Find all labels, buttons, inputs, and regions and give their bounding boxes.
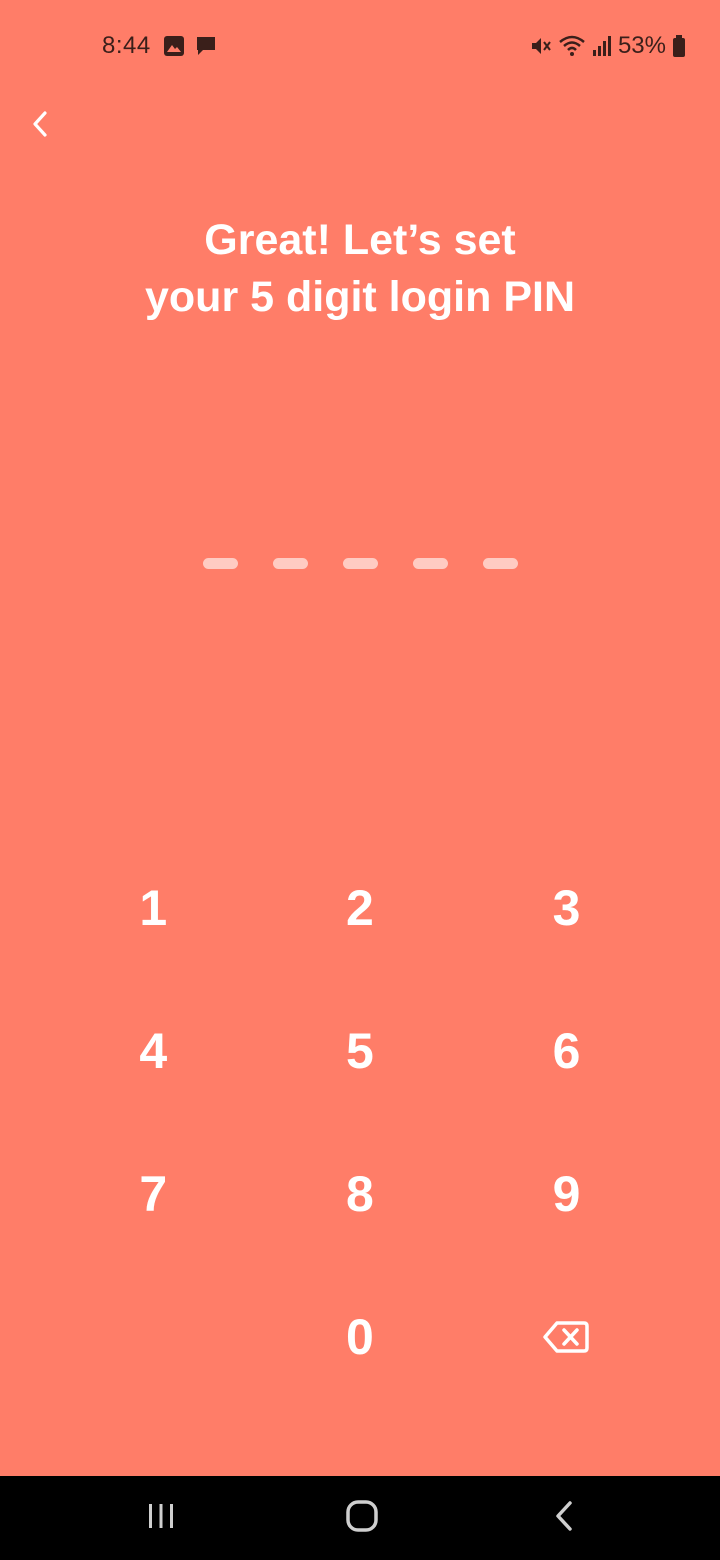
- numeric-keypad: 1 2 3 4 5 6 7 8 9 0: [50, 836, 670, 1408]
- title-line-1: Great! Let’s set: [204, 216, 516, 264]
- battery-icon: [672, 34, 686, 58]
- system-navigation-bar: [0, 1476, 720, 1560]
- battery-text: 53%: [617, 32, 666, 59]
- back-button[interactable]: [18, 104, 62, 148]
- keypad-row-3: 7 8 9: [50, 1122, 670, 1265]
- key-5[interactable]: 5: [257, 979, 464, 1122]
- keypad-row-4: 0: [50, 1265, 670, 1408]
- back-icon: [553, 1500, 575, 1537]
- wifi-icon: [558, 35, 586, 57]
- key-7[interactable]: 7: [50, 1122, 257, 1265]
- key-3[interactable]: 3: [463, 836, 670, 979]
- key-2[interactable]: 2: [257, 836, 464, 979]
- key-1[interactable]: 1: [50, 836, 257, 979]
- message-icon: [195, 35, 217, 62]
- pin-dash-3: [342, 558, 378, 569]
- pin-indicator: [0, 558, 720, 569]
- status-time: 8:44: [102, 32, 151, 59]
- key-9[interactable]: 9: [463, 1122, 670, 1265]
- pin-dash-5: [482, 558, 518, 569]
- chevron-left-icon: [30, 109, 50, 144]
- image-icon: [163, 35, 185, 62]
- system-back-button[interactable]: [504, 1476, 624, 1560]
- recent-apps-button[interactable]: [101, 1476, 221, 1560]
- key-6[interactable]: 6: [463, 979, 670, 1122]
- recent-apps-icon: [146, 1502, 176, 1535]
- title-line-2: your 5 digit login PIN: [145, 273, 575, 321]
- backspace-icon: [543, 1308, 590, 1366]
- key-8[interactable]: 8: [257, 1122, 464, 1265]
- pin-dash-1: [202, 558, 238, 569]
- backspace-button[interactable]: [463, 1265, 670, 1408]
- key-4[interactable]: 4: [50, 979, 257, 1122]
- home-button[interactable]: [302, 1476, 422, 1560]
- page-title: Great! Let’s set your 5 digit login PIN: [0, 212, 720, 326]
- keypad-row-1: 1 2 3: [50, 836, 670, 979]
- pin-dash-2: [272, 558, 308, 569]
- status-notification-icons: [163, 35, 217, 62]
- home-icon: [345, 1499, 379, 1538]
- signal-icon: [592, 35, 612, 57]
- keypad-row-2: 4 5 6: [50, 979, 670, 1122]
- key-empty: [50, 1265, 257, 1408]
- key-0[interactable]: 0: [257, 1265, 464, 1408]
- status-bar: 8:44 53%: [0, 0, 720, 92]
- pin-dash-4: [412, 558, 448, 569]
- status-system-icons: 53%: [530, 32, 686, 60]
- mute-icon: [530, 35, 552, 57]
